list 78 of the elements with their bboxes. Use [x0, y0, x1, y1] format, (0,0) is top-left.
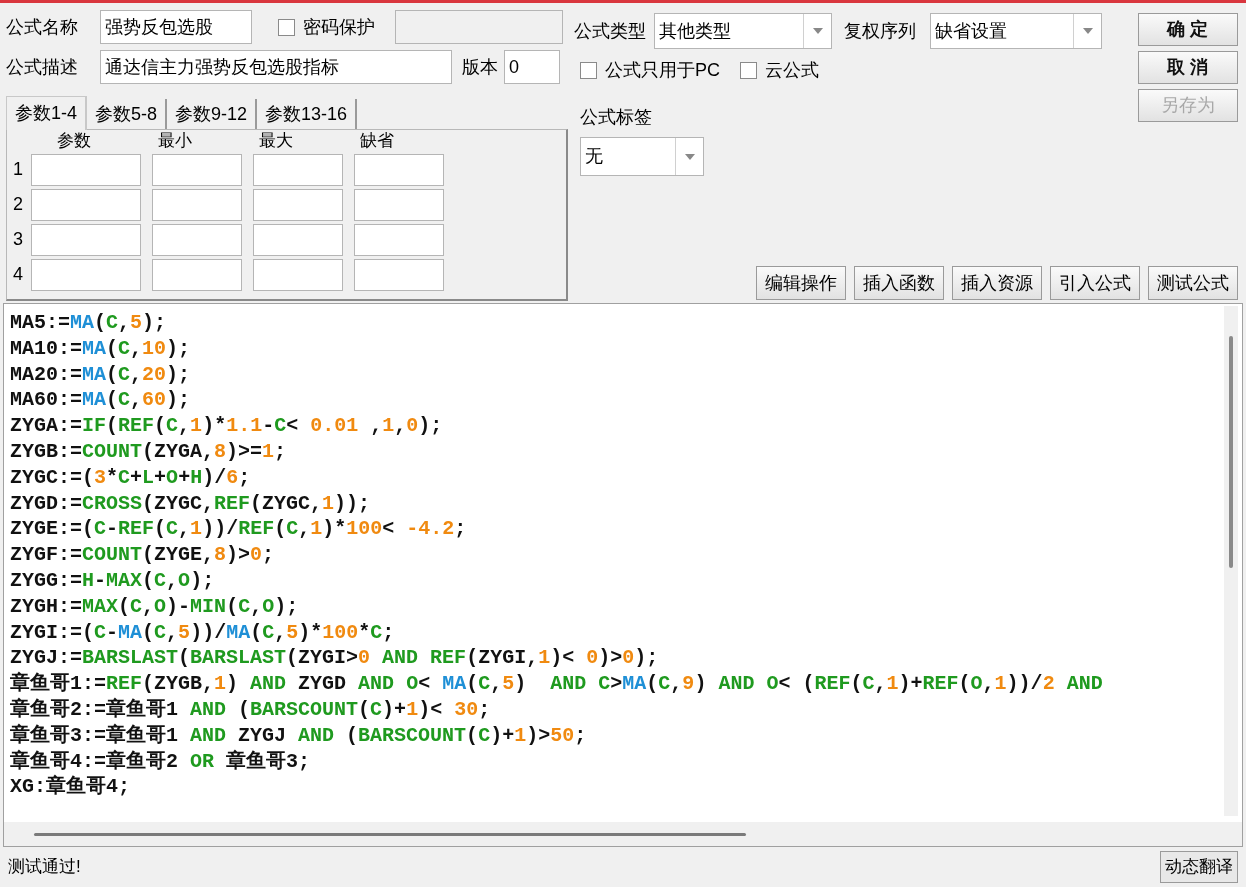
input-field[interactable]	[31, 153, 141, 186]
password-field[interactable]	[395, 10, 563, 44]
input-field[interactable]	[31, 223, 141, 256]
input-field[interactable]	[31, 258, 141, 291]
status-text: 测试通过!	[8, 856, 81, 879]
toolbar-button[interactable]: 插入函数	[854, 266, 944, 300]
input-field[interactable]	[253, 223, 343, 256]
row-number: 1	[13, 158, 24, 181]
caret-icon	[812, 28, 823, 34]
column-header: 参数	[56, 130, 92, 152]
dropdown[interactable]: 缺省设置	[930, 13, 1102, 49]
input-field[interactable]	[253, 188, 343, 221]
dropdown[interactable]: 无	[580, 137, 704, 176]
code-line: MA60:=MA(C,60);	[10, 387, 191, 414]
code-line: XG:章鱼哥4;	[10, 774, 130, 801]
code-line: ZYGA:=IF(REF(C,1)*1.1-C< 0.01 ,1,0);	[10, 413, 443, 439]
code-line: ZYGF:=COUNT(ZYGE,8)>0;	[10, 542, 275, 568]
input-field[interactable]	[354, 258, 444, 291]
dropdown[interactable]: 其他类型	[654, 13, 832, 49]
column-header: 缺省	[359, 130, 395, 152]
code-line: ZYGJ:=BARSLAST(BARSLAST(ZYGI>0 AND REF(ZYGI,1)< 0)>0);	[10, 645, 659, 671]
code-line: ZYGE:=(C-REF(C,1))/REF(C,1)*100< -4.2;	[10, 516, 467, 543]
column-header: 最小	[157, 130, 193, 152]
tab[interactable]: 参数1-4	[6, 96, 87, 130]
code-line: ZYGD:=CROSS(ZYGC,REF(ZYGC,1));	[10, 490, 371, 517]
code-line: MA10:=MA(C,10);	[10, 335, 191, 362]
code-line: ZYGH:=MAX(C,O)-MIN(C,O);	[10, 593, 299, 620]
checkbox[interactable]	[278, 18, 295, 36]
code-editor[interactable]	[3, 303, 1243, 847]
checkbox-label: 密码保护	[303, 15, 375, 39]
toolbar-button[interactable]: 编辑操作	[756, 266, 846, 300]
input-field[interactable]	[152, 188, 242, 221]
code-line: 章鱼哥2:=章鱼哥1 AND (BARSCOUNT(C)+1)< 30;	[10, 696, 491, 723]
field-label: 公式描述	[6, 55, 79, 79]
vertical-scrollbar[interactable]	[1224, 306, 1238, 816]
field-label: 复权序列	[844, 19, 916, 43]
input-field[interactable]: 通达信主力强势反包选股指标	[100, 50, 452, 84]
checkbox[interactable]	[740, 62, 757, 79]
input-field[interactable]	[354, 188, 444, 221]
toolbar-button[interactable]: 引入公式	[1050, 266, 1140, 300]
row-number: 2	[13, 193, 24, 216]
input-field[interactable]: 0	[504, 50, 560, 84]
field-label: 版本	[462, 55, 498, 79]
translate-button[interactable]: 动态翻译	[1160, 851, 1238, 883]
dialog-button[interactable]: 取 消	[1138, 51, 1238, 84]
checkbox-label: 云公式	[765, 59, 819, 82]
row-number: 3	[13, 228, 24, 251]
code-line: ZYGC:=(3*C+L+O+H)/6;	[10, 464, 251, 491]
input-field[interactable]	[152, 258, 242, 291]
caret-icon	[1082, 28, 1093, 34]
code-line: MA5:=MA(C,5);	[10, 310, 167, 336]
dialog-button[interactable]: 确 定	[1138, 13, 1238, 46]
code-line: MA20:=MA(C,20);	[10, 361, 191, 388]
toolbar-button[interactable]: 测试公式	[1148, 266, 1238, 300]
input-field[interactable]	[354, 223, 444, 256]
code-line: 章鱼哥4:=章鱼哥2 OR 章鱼哥3;	[10, 748, 311, 774]
field-label: 公式名称	[6, 15, 79, 39]
input-field[interactable]: 强势反包选股	[100, 10, 252, 44]
input-field[interactable]	[354, 153, 444, 186]
input-field[interactable]	[31, 188, 141, 221]
input-field[interactable]	[152, 153, 242, 186]
code-line: 章鱼哥1:=REF(ZYGB,1) AND ZYGD AND O< MA(C,5) AND C>MA(C,9) AND O< (REF(C,1)+REF(O,1))/2 AND	[10, 671, 1103, 697]
code-line: ZYGG:=H-MAX(C,O);	[10, 567, 215, 594]
field-label: 公式标签	[580, 106, 653, 129]
code-line: ZYGI:=(C-MA(C,5))/MA(C,5)*100*C;	[10, 619, 395, 646]
horizontal-scrollbar[interactable]	[4, 822, 1242, 846]
checkbox[interactable]	[580, 62, 597, 79]
code-line: 章鱼哥3:=章鱼哥1 AND ZYGJ AND (BARSCOUNT(C)+1)>50;	[10, 722, 587, 749]
toolbar-button[interactable]: 插入资源	[952, 266, 1042, 300]
input-field[interactable]	[253, 153, 343, 186]
field-label: 公式类型	[574, 19, 646, 43]
code-line: ZYGB:=COUNT(ZYGA,8)>=1;	[10, 439, 287, 465]
row-number: 4	[13, 263, 24, 286]
caret-icon	[684, 153, 695, 160]
column-header: 最大	[258, 130, 294, 152]
input-field[interactable]	[152, 223, 242, 256]
checkbox-label: 公式只用于PC	[605, 59, 720, 82]
input-field[interactable]	[253, 258, 343, 291]
